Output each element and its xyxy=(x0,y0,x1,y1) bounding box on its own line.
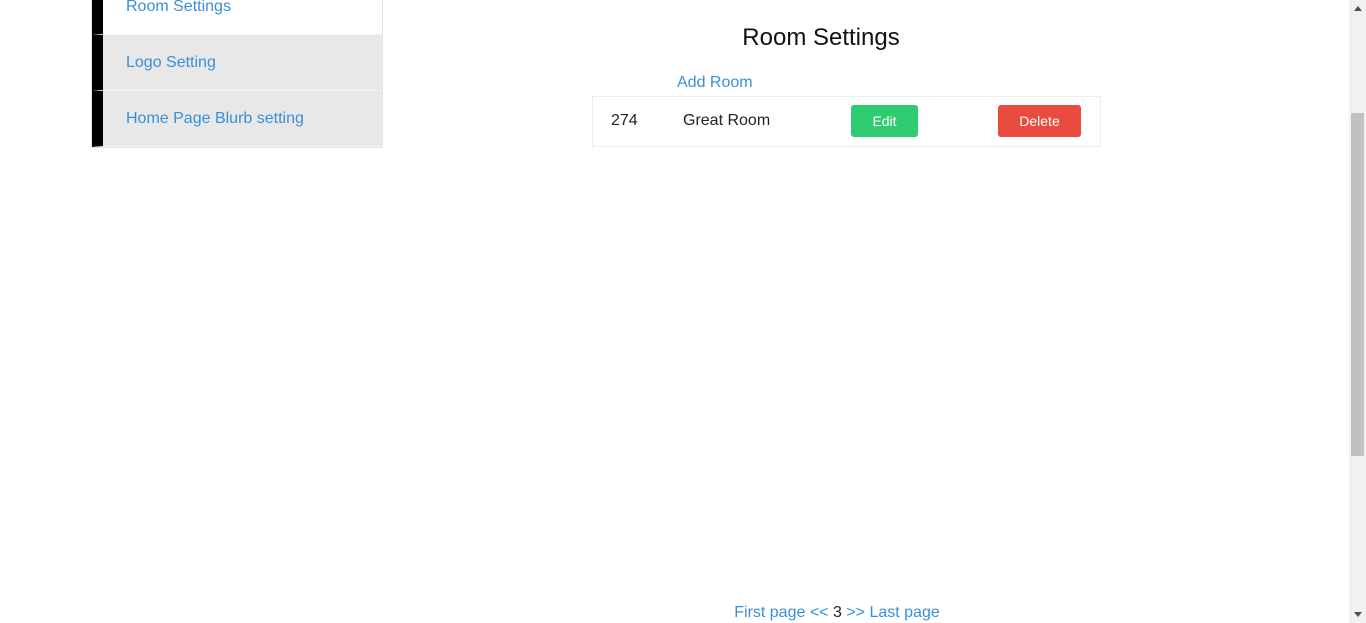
first-page-link[interactable]: First page xyxy=(734,604,805,621)
vertical-scrollbar[interactable] xyxy=(1349,0,1366,623)
last-page-link[interactable]: Last page xyxy=(869,604,939,621)
pagination: First page << 3 >> Last page xyxy=(600,604,1074,622)
sidebar-item-home-page-blurb[interactable]: Home Page Blurb setting xyxy=(92,91,382,147)
scrollbar-thumb[interactable] xyxy=(1351,113,1364,456)
room-table: 274 Great Room Edit Delete xyxy=(592,96,1101,147)
delete-button[interactable]: Delete xyxy=(998,105,1081,137)
sidebar-item-room-settings[interactable]: Room Settings xyxy=(92,0,382,35)
sidebar-item-label[interactable]: Room Settings xyxy=(126,0,231,16)
prev-page-link[interactable]: << xyxy=(810,604,829,621)
sidebar-item-label[interactable]: Logo Setting xyxy=(126,54,216,72)
edit-button[interactable]: Edit xyxy=(851,105,918,137)
sidebar-item-logo-setting[interactable]: Logo Setting xyxy=(92,35,382,91)
add-room-link[interactable]: Add Room xyxy=(677,74,753,92)
page: Room Settings Logo Setting Home Page Blu… xyxy=(0,0,1366,623)
settings-sidebar: Room Settings Logo Setting Home Page Blu… xyxy=(91,0,383,148)
page-title: Room Settings xyxy=(742,24,900,51)
room-name: Great Room xyxy=(683,112,771,129)
triangle-up-icon[interactable] xyxy=(1349,0,1366,17)
room-id: 274 xyxy=(611,112,638,129)
current-page-number: 3 xyxy=(832,604,842,621)
sidebar-item-label[interactable]: Home Page Blurb setting xyxy=(126,110,304,128)
triangle-down-icon[interactable] xyxy=(1349,606,1366,623)
next-page-link[interactable]: >> xyxy=(846,604,865,621)
